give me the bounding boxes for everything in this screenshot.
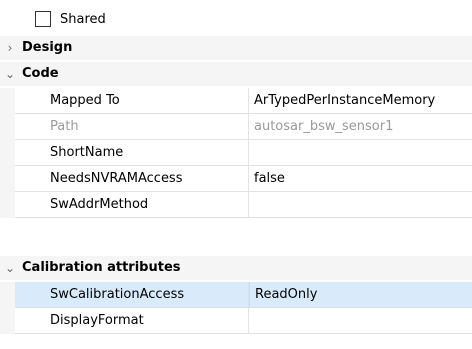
property-name-cell: SwCalibrationAccess [15,282,249,308]
property-row-swcalibrationaccess[interactable]: SwCalibrationAccess ReadOnly [0,282,472,308]
property-value-cell: autosar_bsw_sensor1 [249,114,472,140]
row-gutter [0,88,15,114]
property-name-cell: DisplayFormat [15,308,249,334]
section-calibration-title: Calibration attributes [22,260,181,275]
property-name-cell: ShortName [15,140,249,166]
property-value-cell[interactable]: ArTypedPerInstanceMemory [249,88,472,114]
property-value-cell[interactable]: ReadOnly [249,282,472,308]
property-name: Mapped To [50,93,120,108]
section-design-title: Design [22,40,73,55]
property-value-cell[interactable]: false [249,166,472,192]
property-name: DisplayFormat [50,313,144,328]
property-row-path: Path autosar_bsw_sensor1 [0,114,472,140]
property-value: autosar_bsw_sensor1 [254,119,394,134]
property-row-mapped-to[interactable]: Mapped To ArTypedPerInstanceMemory [0,88,472,114]
property-row-shortname[interactable]: ShortName [0,140,472,166]
property-name: NeedsNVRAMAccess [50,171,183,186]
property-row-needs-nvram-access[interactable]: NeedsNVRAMAccess false [0,166,472,192]
property-value[interactable]: false [254,171,285,187]
property-name: SwCalibrationAccess [50,287,185,302]
property-value[interactable]: ArTypedPerInstanceMemory [254,93,435,109]
property-name: Path [50,119,79,134]
row-gutter [0,114,15,140]
property-name: ShortName [50,145,124,160]
chevron-down-icon[interactable]: ⌄ [4,67,16,81]
property-row-displayformat[interactable]: DisplayFormat [0,308,472,334]
property-value[interactable]: ReadOnly [255,287,317,303]
property-inspector: Shared › Design ⌄ Code Mapped To ArTyped… [0,0,472,349]
section-calibration-header[interactable]: ⌄ Calibration attributes [0,256,472,280]
row-gutter [0,166,15,192]
property-name-cell: NeedsNVRAMAccess [15,166,249,192]
row-gutter [0,140,15,166]
row-gutter [0,308,15,334]
property-value-cell[interactable] [249,192,472,218]
property-value-cell[interactable] [249,308,472,334]
chevron-right-icon[interactable]: › [4,41,16,55]
chevron-down-icon[interactable]: ⌄ [4,261,16,275]
shared-checkbox[interactable] [35,11,51,27]
row-gutter [0,282,15,308]
row-gutter [0,192,15,218]
property-name-cell: Path [15,114,249,140]
property-row-swaddrmethod[interactable]: SwAddrMethod [0,192,472,218]
property-name-cell: Mapped To [15,88,249,114]
shared-label: Shared [60,12,106,27]
shared-row: Shared [0,8,472,32]
property-name: SwAddrMethod [50,197,149,212]
section-design-header[interactable]: › Design [0,36,472,60]
section-code-title: Code [22,66,59,81]
property-name-cell: SwAddrMethod [15,192,249,218]
property-value-cell[interactable] [249,140,472,166]
section-code-header[interactable]: ⌄ Code [0,62,472,86]
